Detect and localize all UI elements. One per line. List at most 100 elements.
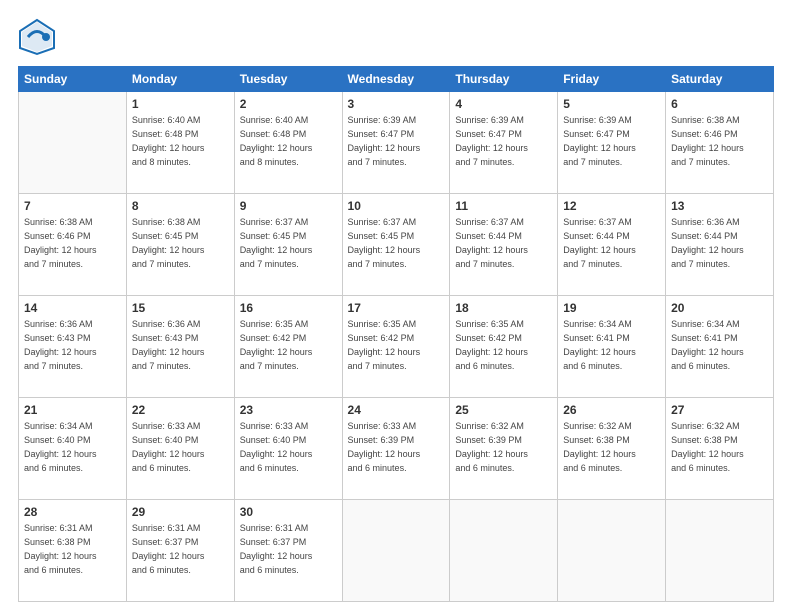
- day-number: 25: [455, 402, 552, 418]
- day-info: Sunrise: 6:39 AM Sunset: 6:47 PM Dayligh…: [348, 115, 421, 166]
- day-info: Sunrise: 6:38 AM Sunset: 6:46 PM Dayligh…: [671, 115, 744, 166]
- calendar-day-cell: [666, 500, 774, 602]
- day-number: 4: [455, 96, 552, 112]
- calendar-day-cell: 19 Sunrise: 6:34 AM Sunset: 6:41 PM Dayli…: [558, 296, 666, 398]
- day-info: Sunrise: 6:36 AM Sunset: 6:43 PM Dayligh…: [132, 319, 205, 370]
- day-number: 6: [671, 96, 768, 112]
- calendar-day-cell: [450, 500, 558, 602]
- weekday-header-wednesday: Wednesday: [342, 67, 450, 92]
- day-info: Sunrise: 6:34 AM Sunset: 6:41 PM Dayligh…: [563, 319, 636, 370]
- weekday-header-sunday: Sunday: [19, 67, 127, 92]
- calendar-day-cell: 24Sunrise: 6:33 AM Sunset: 6:39 PM Dayli…: [342, 398, 450, 500]
- calendar-day-cell: 9 Sunrise: 6:37 AM Sunset: 6:45 PM Daylig…: [234, 194, 342, 296]
- day-info: Sunrise: 6:38 AM Sunset: 6:46 PM Dayligh…: [24, 217, 97, 268]
- calendar-day-cell: 14 Sunrise: 6:36 AM Sunset: 6:43 PM Dayli…: [19, 296, 127, 398]
- calendar-day-cell: 1Sunrise: 6:40 AM Sunset: 6:48 PM Daylig…: [126, 92, 234, 194]
- weekday-header-thursday: Thursday: [450, 67, 558, 92]
- day-number: 27: [671, 402, 768, 418]
- day-number: 12: [563, 198, 660, 214]
- day-info: Sunrise: 6:38 AM Sunset: 6:45 PM Dayligh…: [132, 217, 205, 268]
- calendar-week-row: 28 Sunrise: 6:31 AM Sunset: 6:38 PM Dayli…: [19, 500, 774, 602]
- day-number: 3: [348, 96, 445, 112]
- calendar-week-row: 1 Sunrise: 6:40 AM Sunset: 6:48 PM Daylig…: [19, 92, 774, 194]
- day-info: Sunrise: 6:32 AM Sunset: 6:39 PM Dayligh…: [455, 421, 528, 472]
- calendar-day-cell: 29Sunrise: 6:31 AM Sunset: 6:37 PM Dayli…: [126, 500, 234, 602]
- day-info: Sunrise: 6:32 AM Sunset: 6:38 PM Dayligh…: [563, 421, 636, 472]
- day-info: Sunrise: 6:37 AM Sunset: 6:45 PM Dayligh…: [348, 217, 421, 268]
- calendar-day-cell: 22 Sunrise: 6:33 AM Sunset: 6:40 PM Dayli…: [126, 398, 234, 500]
- logo: [18, 18, 56, 56]
- day-info: Sunrise: 6:33 AM Sunset: 6:40 PM Dayligh…: [240, 421, 313, 472]
- calendar-day-cell: [342, 500, 450, 602]
- calendar-day-cell: [19, 92, 127, 194]
- calendar-day-cell: 10 Sunrise: 6:37 AM Sunset: 6:45 PM Dayli…: [342, 194, 450, 296]
- weekday-header-saturday: Saturday: [666, 67, 774, 92]
- day-info: Sunrise: 6:32 AM Sunset: 6:38 PM Dayligh…: [671, 421, 744, 472]
- day-info: Sunrise: 6:37 AM Sunset: 6:44 PM Dayligh…: [455, 217, 528, 268]
- day-number: 8: [132, 198, 229, 214]
- day-info: Sunrise: 6:35 AM Sunset: 6:42 PM Dayligh…: [455, 319, 528, 370]
- calendar-day-cell: 3 Sunrise: 6:39 AM Sunset: 6:47 PM Daylig…: [342, 92, 450, 194]
- day-number: 24: [348, 402, 445, 418]
- day-number: 17: [348, 300, 445, 316]
- day-number: 28: [24, 504, 121, 520]
- day-info: Sunrise: 6:39 AM Sunset: 6:47 PM Dayligh…: [563, 115, 636, 166]
- day-number: 23: [240, 402, 337, 418]
- calendar-day-cell: 8 Sunrise: 6:38 AM Sunset: 6:45 PM Daylig…: [126, 194, 234, 296]
- day-info: Sunrise: 6:36 AM Sunset: 6:43 PM Dayligh…: [24, 319, 97, 370]
- calendar-day-cell: 12 Sunrise: 6:37 AM Sunset: 6:44 PM Dayli…: [558, 194, 666, 296]
- calendar-week-row: 14 Sunrise: 6:36 AM Sunset: 6:43 PM Dayli…: [19, 296, 774, 398]
- calendar-table: SundayMondayTuesdayWednesdayThursdayFrid…: [18, 66, 774, 602]
- calendar-day-cell: 2 Sunrise: 6:40 AM Sunset: 6:48 PM Daylig…: [234, 92, 342, 194]
- day-info: Sunrise: 6:37 AM Sunset: 6:44 PM Dayligh…: [563, 217, 636, 268]
- day-number: 20: [671, 300, 768, 316]
- day-number: 26: [563, 402, 660, 418]
- calendar-day-cell: 25 Sunrise: 6:32 AM Sunset: 6:39 PM Dayli…: [450, 398, 558, 500]
- weekday-header-monday: Monday: [126, 67, 234, 92]
- day-number: 5: [563, 96, 660, 112]
- calendar-day-cell: 18 Sunrise: 6:35 AM Sunset: 6:42 PM Dayli…: [450, 296, 558, 398]
- day-info: Sunrise: 6:31 AM Sunset: 6:38 PM Dayligh…: [24, 523, 97, 574]
- calendar-day-cell: 27 Sunrise: 6:32 AM Sunset: 6:38 PM Dayli…: [666, 398, 774, 500]
- calendar-day-cell: 20 Sunrise: 6:34 AM Sunset: 6:41 PM Dayli…: [666, 296, 774, 398]
- day-number: 2: [240, 96, 337, 112]
- weekday-header-tuesday: Tuesday: [234, 67, 342, 92]
- day-number: 10: [348, 198, 445, 214]
- calendar-day-cell: [558, 500, 666, 602]
- day-info: Sunrise: 6:39 AM Sunset: 6:47 PM Dayligh…: [455, 115, 528, 166]
- calendar-day-cell: 6 Sunrise: 6:38 AM Sunset: 6:46 PM Daylig…: [666, 92, 774, 194]
- calendar-header-row: SundayMondayTuesdayWednesdayThursdayFrid…: [19, 67, 774, 92]
- calendar-week-row: 7 Sunrise: 6:38 AM Sunset: 6:46 PM Daylig…: [19, 194, 774, 296]
- day-info: Sunrise: 6:35 AM Sunset: 6:42 PM Dayligh…: [240, 319, 313, 370]
- calendar-day-cell: 16 Sunrise: 6:35 AM Sunset: 6:42 PM Dayli…: [234, 296, 342, 398]
- calendar-day-cell: 5 Sunrise: 6:39 AM Sunset: 6:47 PM Daylig…: [558, 92, 666, 194]
- day-info: Sunrise: 6:33 AM Sunset: 6:40 PM Dayligh…: [132, 421, 205, 472]
- day-number: 15: [132, 300, 229, 316]
- day-info: Sunrise: 6:37 AM Sunset: 6:45 PM Dayligh…: [240, 217, 313, 268]
- day-info: Sunrise: 6:35 AM Sunset: 6:42 PM Dayligh…: [348, 319, 421, 370]
- calendar-day-cell: 7 Sunrise: 6:38 AM Sunset: 6:46 PM Daylig…: [19, 194, 127, 296]
- day-number: 19: [563, 300, 660, 316]
- day-number: 30: [240, 504, 337, 520]
- calendar-day-cell: 28 Sunrise: 6:31 AM Sunset: 6:38 PM Dayli…: [19, 500, 127, 602]
- day-number: 7: [24, 198, 121, 214]
- calendar-day-cell: 13 Sunrise: 6:36 AM Sunset: 6:44 PM Dayli…: [666, 194, 774, 296]
- day-info: Sunrise: 6:40 AM Sunset: 6:48 PM Dayligh…: [240, 115, 313, 166]
- weekday-header-friday: Friday: [558, 67, 666, 92]
- day-number: 11: [455, 198, 552, 214]
- day-number: 13: [671, 198, 768, 214]
- day-info: Sunrise: 6:34 AM Sunset: 6:41 PM Dayligh…: [671, 319, 744, 370]
- calendar-day-cell: 17 Sunrise: 6:35 AM Sunset: 6:42 PM Dayli…: [342, 296, 450, 398]
- day-info: Sunrise: 6:34 AM Sunset: 6:40 PM Dayligh…: [24, 421, 97, 472]
- day-number: 18: [455, 300, 552, 316]
- day-info: Sunrise: 6:31 AM Sunset: 6:37 PM Dayligh…: [240, 523, 313, 574]
- calendar-day-cell: 23 Sunrise: 6:33 AM Sunset: 6:40 PM Dayli…: [234, 398, 342, 500]
- day-number: 9: [240, 198, 337, 214]
- day-info: Sunrise: 6:31 AM Sunset: 6:37 PM Dayligh…: [132, 523, 205, 574]
- day-number: 14: [24, 300, 121, 316]
- day-number: 22: [132, 402, 229, 418]
- day-info: Sunrise: 6:36 AM Sunset: 6:44 PM Dayligh…: [671, 217, 744, 268]
- day-number: 1: [132, 96, 229, 112]
- day-number: 16: [240, 300, 337, 316]
- calendar-day-cell: 30 Sunrise: 6:31 AM Sunset: 6:37 PM Dayli…: [234, 500, 342, 602]
